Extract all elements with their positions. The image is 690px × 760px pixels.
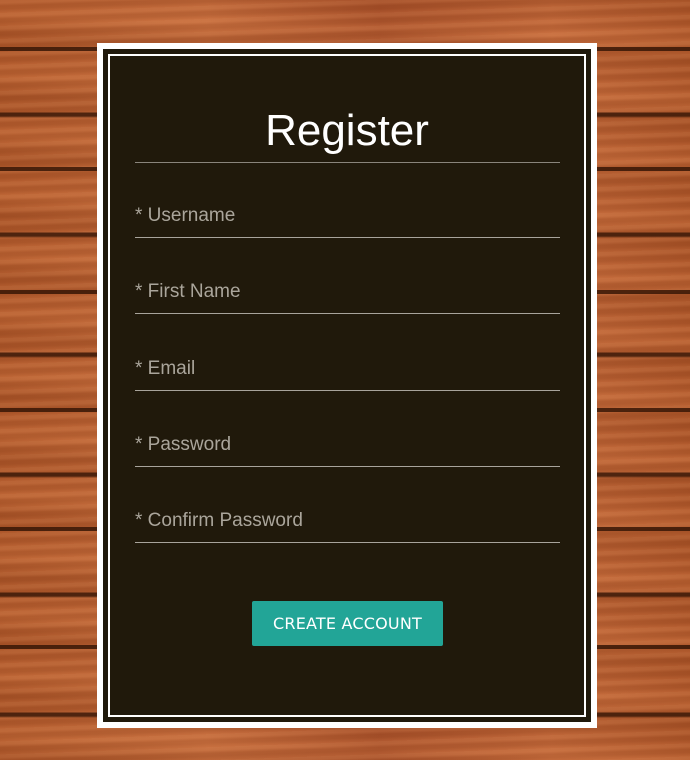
email-input[interactable]	[135, 347, 560, 390]
page-title: Register	[265, 106, 429, 155]
confirm-password-input[interactable]	[135, 499, 560, 542]
password-field	[135, 423, 560, 467]
register-form: Register CREATE ACCOUNT	[108, 54, 586, 717]
password-input[interactable]	[135, 423, 560, 466]
first-name-field	[135, 270, 560, 314]
username-input[interactable]	[135, 194, 560, 237]
register-card-frame: Register CREATE ACCOUNT	[103, 49, 591, 722]
username-field	[135, 194, 560, 238]
email-field	[135, 347, 560, 391]
register-card: Register CREATE ACCOUNT	[97, 43, 597, 728]
first-name-input[interactable]	[135, 270, 560, 313]
create-account-button[interactable]: CREATE ACCOUNT	[252, 601, 443, 646]
confirm-password-field	[135, 499, 560, 543]
title-divider	[135, 162, 560, 163]
